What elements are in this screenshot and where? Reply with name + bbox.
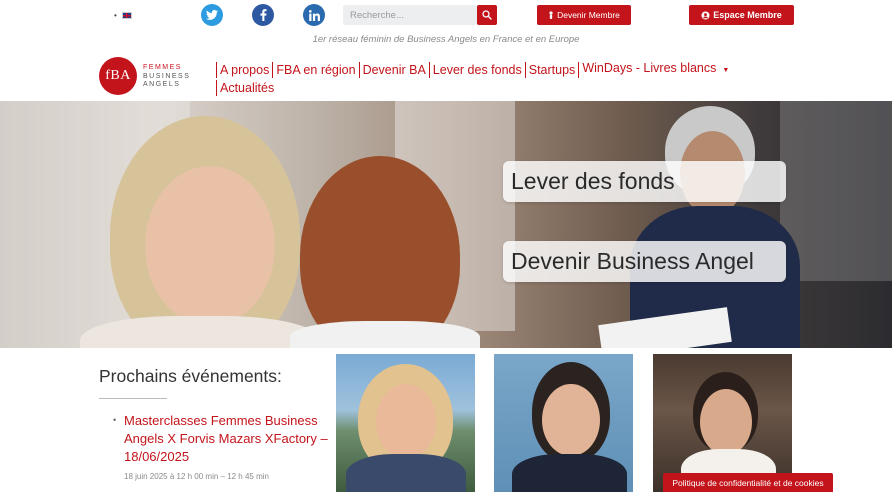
events-heading: Prochains événements:	[99, 366, 282, 386]
speaker-photo-3[interactable]	[653, 354, 792, 492]
search-input[interactable]: Recherche...	[343, 5, 477, 25]
facebook-icon[interactable]	[252, 4, 274, 26]
twitter-icon[interactable]	[201, 4, 223, 26]
bullet-icon: •	[113, 415, 117, 425]
speaker-photo-2[interactable]	[494, 354, 633, 492]
nav-item-fba-en-region[interactable]: FBA en région	[273, 61, 360, 78]
main-nav: A propos FBA en région Devenir BA Lever …	[216, 60, 776, 96]
tagline: 1er réseau féminin de Business Angels en…	[312, 34, 580, 45]
events-divider	[99, 398, 167, 399]
nav-item-lever-des-fonds[interactable]: Lever des fonds	[430, 61, 526, 78]
event-date: 18 juin 2025 à 12 h 00 min – 12 h 45 min	[124, 472, 269, 481]
linkedin-icon[interactable]	[303, 4, 325, 26]
nav-item-a-propos[interactable]: A propos	[216, 61, 274, 78]
nav-item-actualites[interactable]: Actualités	[216, 80, 277, 96]
devenir-membre-label: Devenir Membre	[557, 10, 620, 20]
language-dot: •	[114, 11, 117, 20]
hero-person-2	[300, 156, 460, 348]
fba-logo[interactable]: fBA FEMMES BUSINESS ANGELS	[97, 55, 207, 97]
user-icon	[549, 11, 553, 19]
nav-item-startups[interactable]: Startups	[526, 61, 580, 78]
search-icon	[482, 10, 492, 20]
logo-wordmark: FEMMES BUSINESS ANGELS	[143, 64, 190, 90]
caret-down-icon: ▼	[722, 67, 730, 74]
event-title-link[interactable]: Masterclasses Femmes Business Angels X F…	[124, 412, 329, 466]
devenir-membre-button[interactable]: Devenir Membre	[537, 5, 631, 25]
speaker-photo-1[interactable]	[336, 354, 475, 492]
hero-banner	[0, 101, 892, 348]
logo-monogram: fBA	[99, 57, 137, 95]
cookie-policy-button[interactable]: Politique de confidentialité et de cooki…	[663, 473, 833, 492]
user-circle-icon	[701, 10, 710, 20]
language-switcher[interactable]: •	[114, 11, 132, 20]
espace-membre-label: Espace Membre	[713, 10, 782, 20]
nav-item-windays-label: WinDays - Livres blancs	[582, 61, 717, 75]
espace-membre-button[interactable]: Espace Membre	[689, 5, 794, 25]
devenir-business-angel-button[interactable]: Devenir Business Angel	[503, 241, 786, 282]
logo-line-3: ANGELS	[143, 81, 181, 88]
logo-line-1: FEMMES	[143, 64, 182, 71]
lever-des-fonds-button[interactable]: Lever des fonds	[503, 161, 786, 202]
search-button[interactable]	[477, 5, 497, 25]
logo-line-2: BUSINESS	[143, 72, 191, 80]
nav-item-devenir-ba[interactable]: Devenir BA	[360, 61, 430, 78]
uk-flag-icon[interactable]	[121, 12, 132, 19]
nav-item-windays[interactable]: WinDays - Livres blancs ▼	[579, 60, 732, 79]
